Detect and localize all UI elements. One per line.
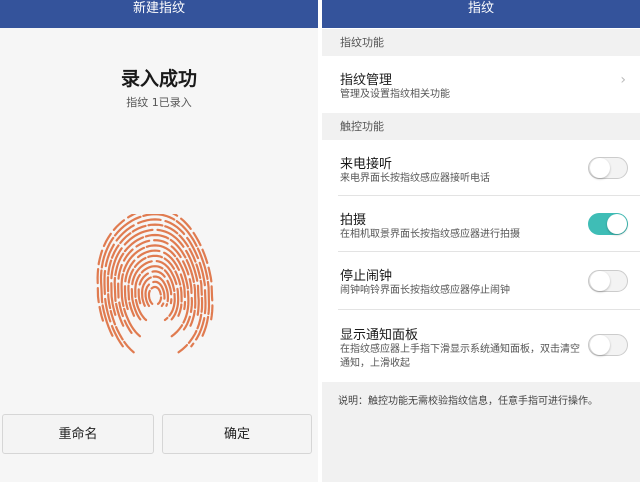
fingerprint-settings-screen: 指纹 指纹功能 指纹管理 管理及设置指纹相关功能 › 触控功能 来电接听 来电界… (322, 0, 640, 482)
row-subtitle: 在相机取景界面长按指纹感应器进行拍摄 (340, 229, 520, 240)
stop-alarm-toggle[interactable] (588, 270, 628, 292)
confirm-button[interactable]: 确定 (162, 414, 312, 454)
answer-call-row[interactable]: 来电接听 来电界面长按指纹感应器接听电话 (322, 140, 640, 196)
answer-call-toggle[interactable] (588, 157, 628, 179)
row-subtitle-line2: 通知，上滑收起 (340, 358, 410, 369)
row-title: 拍摄 (340, 213, 367, 228)
toggle-knob (607, 214, 627, 234)
stop-alarm-row[interactable]: 停止闹钟 闹钟响铃界面长按指纹感应器停止闹钟 (322, 252, 640, 310)
fingerprint-manage-row[interactable]: 指纹管理 管理及设置指纹相关功能 › (322, 56, 640, 112)
row-title: 来电接听 (340, 157, 393, 172)
success-subtitle: 指纹 1已录入 (126, 96, 192, 109)
title-bar: 指纹 (322, 0, 640, 28)
fingerprint-ridge (147, 285, 163, 305)
toggle-knob (590, 158, 610, 178)
touch-function-note: 说明：触控功能无需校验指纹信息，任意手指可进行操作。 (338, 396, 598, 407)
rename-button[interactable]: 重命名 (2, 414, 154, 454)
row-title: 显示通知面板 (340, 328, 419, 343)
title-bar: 新建指纹 (0, 0, 318, 28)
toggle-knob (590, 335, 610, 355)
take-photo-toggle[interactable] (588, 213, 628, 235)
take-photo-row[interactable]: 拍摄 在相机取景界面长按指纹感应器进行拍摄 (322, 196, 640, 252)
notification-panel-row[interactable]: 显示通知面板 在指纹感应器上手指下滑显示系统通知面板，双击清空 通知，上滑收起 (322, 310, 640, 382)
row-subtitle: 管理及设置指纹相关功能 (340, 89, 450, 100)
section-header-fingerprint: 指纹功能 (322, 29, 640, 56)
new-fingerprint-screen: 新建指纹 录入成功 指纹 1已录入 重命名 确定 (0, 0, 318, 482)
fingerprint-icon (96, 214, 214, 354)
chevron-right-icon: › (620, 72, 626, 88)
page-title: 指纹 (467, 1, 494, 16)
row-title: 指纹管理 (340, 73, 393, 88)
row-subtitle: 闹钟响铃界面长按指纹感应器停止闹钟 (340, 285, 510, 296)
row-title: 停止闹钟 (340, 269, 393, 284)
section-header-touch: 触控功能 (322, 113, 640, 140)
notification-panel-toggle[interactable] (588, 334, 628, 356)
toggle-knob (590, 271, 610, 291)
row-subtitle: 来电界面长按指纹感应器接听电话 (340, 173, 490, 184)
success-title: 录入成功 (120, 68, 197, 90)
row-subtitle-line1: 在指纹感应器上手指下滑显示系统通知面板，双击清空 (340, 344, 580, 355)
page-title: 新建指纹 (132, 1, 185, 16)
